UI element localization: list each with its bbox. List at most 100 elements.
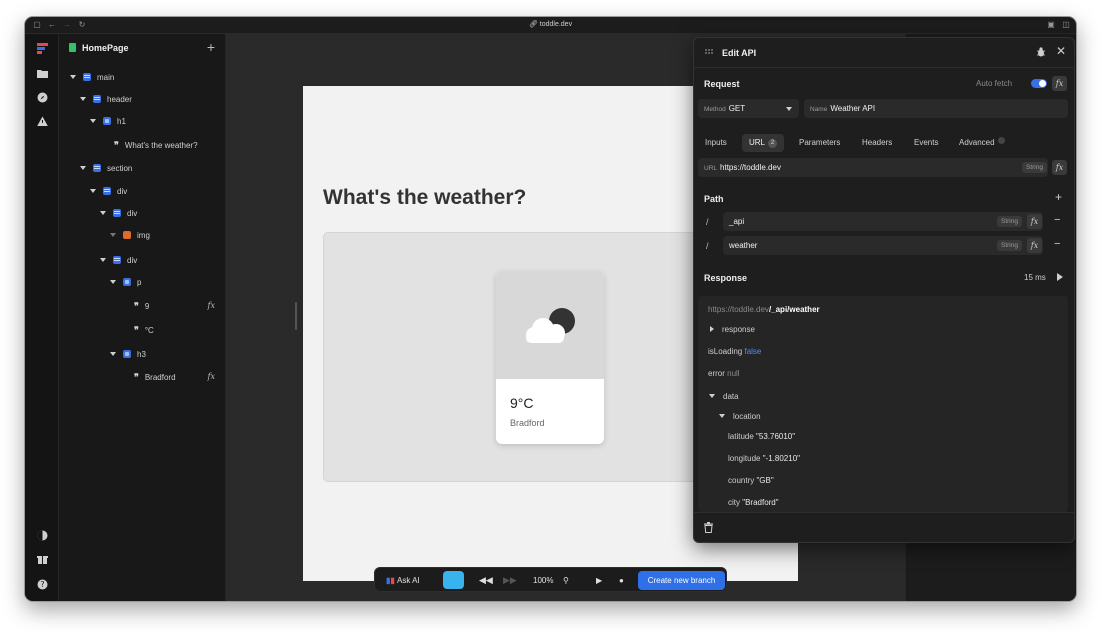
page-title[interactable]: What's the weather? <box>323 186 526 210</box>
auto-fetch-toggle[interactable] <box>1031 79 1047 88</box>
chevron-down-icon[interactable] <box>110 280 116 284</box>
folder-icon[interactable] <box>37 68 48 79</box>
tree-node-header[interactable]: header <box>80 93 132 107</box>
isloading-row: isLoading false <box>708 347 761 356</box>
auto-fetch-formula-button[interactable]: fx <box>1052 76 1067 91</box>
path-type-pill[interactable]: String <box>997 216 1022 227</box>
avatar[interactable] <box>443 571 464 589</box>
chevron-down-icon[interactable] <box>100 258 106 262</box>
bug-icon[interactable] <box>1036 47 1046 57</box>
path-formula-button[interactable]: fx <box>1027 214 1042 229</box>
tree-node-div[interactable]: div <box>90 185 127 199</box>
formula-icon[interactable]: fx <box>208 370 215 384</box>
ask-ai-button[interactable]: ▮▮ Ask AI <box>386 568 420 593</box>
chevron-down-icon[interactable] <box>100 211 106 215</box>
chevron-down-icon[interactable] <box>80 97 86 101</box>
row-key: longitude <box>728 454 761 463</box>
path-type-pill[interactable]: String <box>997 240 1022 251</box>
chevron-down-icon[interactable] <box>709 394 715 398</box>
address-bar[interactable]: 🔗︎ toddle.dev <box>25 20 1076 28</box>
tree-node-div[interactable]: div <box>100 254 137 268</box>
tab-events[interactable]: Events <box>907 134 945 152</box>
tree-node-text[interactable]: ❞ 9 <box>134 299 149 313</box>
svg-text:?: ? <box>40 580 44 589</box>
path-formula-button[interactable]: fx <box>1027 238 1042 253</box>
tree-node-section[interactable]: section <box>80 162 132 176</box>
play-icon[interactable]: ▶ <box>596 568 602 593</box>
tree-node-text[interactable]: ❞ What's the weather? <box>114 138 198 152</box>
tree-node-text[interactable]: ❞ °C <box>134 323 154 337</box>
path-segment-1[interactable]: _api <box>723 212 1043 231</box>
chevron-down-icon[interactable] <box>90 189 96 193</box>
location-node[interactable]: location <box>719 412 761 421</box>
zoom-level[interactable]: 100% <box>533 568 553 593</box>
tree-node-img[interactable]: img <box>110 229 150 243</box>
weather-card[interactable]: 9°C Bradford <box>496 271 604 444</box>
city-text: Bradford <box>510 418 545 428</box>
stop-icon[interactable]: ● <box>619 568 624 593</box>
isloading-key: isLoading <box>708 347 743 356</box>
formula-icon[interactable]: fx <box>208 299 215 313</box>
tab-url[interactable]: URL 2 <box>742 134 785 152</box>
tree-node-div[interactable]: div <box>100 207 137 221</box>
add-path-button[interactable]: + <box>1055 190 1062 204</box>
chevron-down-icon[interactable] <box>70 75 76 79</box>
help-icon[interactable]: ? <box>37 579 48 590</box>
trash-icon[interactable] <box>704 522 713 533</box>
split-view-icon[interactable]: ◫ <box>1061 20 1071 30</box>
response-url-base: https://toddle.dev <box>708 305 769 314</box>
url-type-pill[interactable]: String <box>1022 162 1047 173</box>
drag-handle-icon[interactable] <box>705 49 713 55</box>
chevron-right-icon[interactable] <box>710 326 714 332</box>
data-node[interactable]: data <box>709 392 739 401</box>
chevron-down-icon[interactable] <box>90 119 96 123</box>
tab-advanced[interactable]: Advanced <box>952 134 1012 152</box>
extension-icon[interactable]: ▣ <box>1046 20 1056 30</box>
fast-forward-icon[interactable]: ▶▶ <box>503 568 517 593</box>
gift-icon[interactable] <box>37 554 48 565</box>
data-key: data <box>723 392 739 401</box>
chevron-down-icon[interactable] <box>110 352 116 356</box>
response-node[interactable]: response <box>710 325 755 334</box>
tree-node-main[interactable]: main <box>70 71 114 85</box>
weather-image[interactable] <box>496 271 604 379</box>
quote-icon: ❞ <box>134 301 139 311</box>
path-segment-2[interactable]: weather <box>723 236 1043 255</box>
cloud-moon-icon <box>526 308 575 343</box>
api-name-value: Weather API <box>830 104 876 113</box>
tree-node-h3[interactable]: h3 <box>110 348 146 362</box>
response-url-path: /_api/weather <box>768 305 820 314</box>
method-select[interactable]: Method GET <box>698 99 799 118</box>
chevron-down-icon[interactable] <box>719 414 725 418</box>
country-row: country "GB" <box>728 476 774 485</box>
tab-inputs[interactable]: Inputs <box>698 134 734 152</box>
url-field[interactable]: URL https://toddle.dev <box>698 158 1048 177</box>
url-formula-button[interactable]: fx <box>1052 160 1067 175</box>
chevron-down-icon[interactable] <box>110 233 116 237</box>
tree-node-p[interactable]: p <box>110 276 141 290</box>
remove-path-button[interactable]: − <box>1054 214 1060 226</box>
tree-node-h1[interactable]: h1 <box>90 115 126 129</box>
resize-handle[interactable] <box>295 302 297 330</box>
create-branch-button[interactable]: Create new branch <box>638 571 725 590</box>
toddle-logo-icon[interactable] <box>37 43 48 54</box>
tree-node-text[interactable]: ❞ Bradford <box>134 370 176 384</box>
run-request-icon[interactable] <box>1057 273 1063 281</box>
add-page-button[interactable]: + <box>207 39 215 55</box>
theme-icon[interactable] <box>37 530 48 541</box>
rewind-icon[interactable]: ◀◀ <box>479 568 493 593</box>
row-key: latitude <box>728 432 754 441</box>
zoom-icon[interactable]: ⚲ <box>563 568 569 593</box>
tab-headers[interactable]: Headers <box>855 134 899 152</box>
error-row: error null <box>708 369 740 378</box>
compass-icon[interactable] <box>37 92 48 103</box>
request-label: Request <box>704 79 740 89</box>
close-icon[interactable]: ✕ <box>1056 44 1066 58</box>
tab-parameters[interactable]: Parameters <box>792 134 847 152</box>
chevron-down-icon[interactable] <box>80 166 86 170</box>
page-name[interactable]: HomePage <box>69 43 129 53</box>
warning-icon[interactable] <box>37 116 48 127</box>
remove-path-button[interactable]: − <box>1054 238 1060 250</box>
element-icon <box>93 164 101 172</box>
api-name-field[interactable]: Name Weather API <box>804 99 1068 118</box>
